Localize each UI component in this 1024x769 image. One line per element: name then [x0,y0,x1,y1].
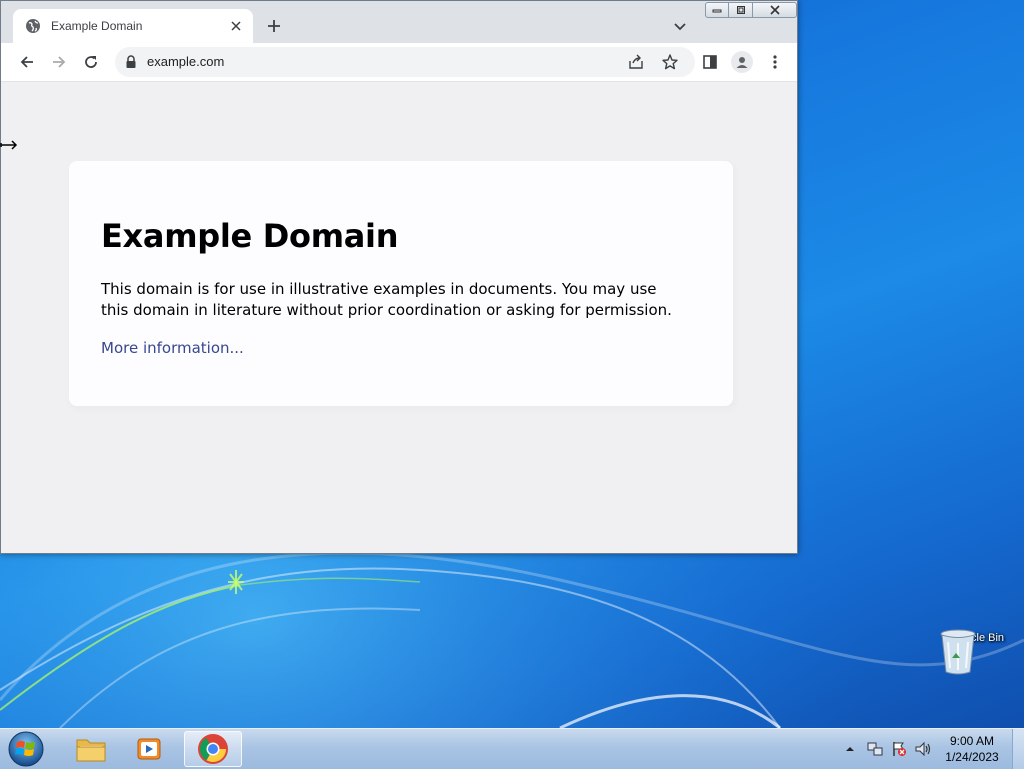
page-paragraph: This domain is for use in illustrative e… [101,280,672,319]
tab-close-button[interactable] [227,17,245,35]
action-center-flag-icon[interactable] [890,740,908,758]
new-tab-button[interactable] [263,15,285,37]
volume-icon[interactable] [914,740,932,758]
more-vert-icon [773,55,777,69]
chevron-down-icon [674,23,686,31]
arrow-left-icon [20,56,33,68]
side-panel-icon [703,55,717,69]
more-information-link[interactable]: More information... [101,339,244,357]
close-icon [769,5,780,15]
taskbar-chrome[interactable] [184,731,242,767]
browser-toolbar: example.com [1,43,797,82]
profile-button[interactable] [731,51,753,73]
close-icon [231,21,241,31]
minimize-button[interactable] [705,2,729,18]
tab-search-button[interactable] [671,17,689,35]
lock-icon[interactable] [125,55,137,69]
arrow-right-icon [53,56,66,68]
page-heading: Example Domain [101,217,399,255]
side-panel-button[interactable] [700,52,720,72]
taskbar: 9:00 AM 1/24/2023 [0,728,1024,769]
bookmark-star-icon[interactable] [661,53,679,71]
taskbar-explorer[interactable] [62,731,120,767]
reload-button[interactable] [81,52,101,72]
close-window-button[interactable] [753,2,797,18]
content-card: Example Domain This domain is for use in… [69,161,733,406]
browser-window: Example Domain example.com Example Domai… [0,0,798,554]
restore-button[interactable] [729,2,753,18]
back-button[interactable] [17,52,37,72]
share-icon[interactable] [627,53,645,71]
page-viewport: Example Domain This domain is for use in… [1,82,797,553]
url-text[interactable]: example.com [147,54,224,69]
forward-button[interactable] [49,52,69,72]
recycle-bin-icon [940,629,976,675]
window-controls [705,2,797,18]
folder-icon [76,739,106,762]
clock-date: 1/24/2023 [945,750,999,764]
start-button[interactable] [6,730,46,768]
person-icon [736,57,748,68]
restore-icon [736,6,745,14]
clock-time: 9:00 AM [949,734,995,748]
resize-cursor-icon [0,140,18,150]
tab-title: Example Domain [51,19,143,33]
menu-button[interactable] [765,52,785,72]
tab-example-domain[interactable]: Example Domain [13,9,253,43]
clock[interactable]: 9:00 AM 1/24/2023 [938,733,1006,765]
minimize-icon [712,9,722,13]
media-player-icon [137,738,161,760]
plus-icon [268,20,280,32]
globe-icon [26,19,40,33]
chevron-up-icon [846,747,854,751]
show-hidden-icons-button[interactable] [844,743,856,755]
taskbar-media-player[interactable] [120,731,178,767]
network-icon[interactable] [866,740,884,758]
recycle-bin[interactable]: Recycle Bin [938,628,1012,700]
chrome-icon [198,734,228,764]
system-tray [844,729,932,769]
address-bar[interactable]: example.com [115,47,695,77]
show-desktop-button[interactable] [1012,729,1024,769]
tab-strip: Example Domain [1,1,797,43]
windows-logo-icon [8,731,44,767]
reload-icon [85,56,97,68]
